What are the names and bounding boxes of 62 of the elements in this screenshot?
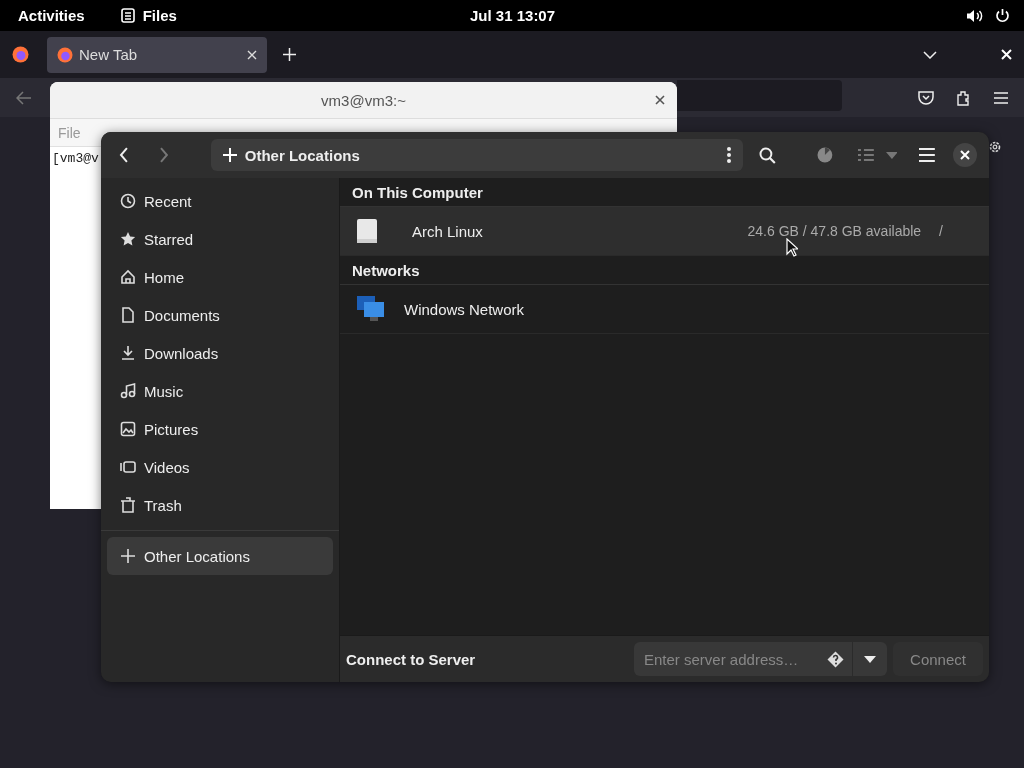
search-icon[interactable] — [759, 146, 776, 164]
menu-icon[interactable] — [919, 148, 936, 162]
window-title: vm3@vm3:~ — [321, 91, 406, 109]
connect-to-server-label: Connect to Server — [346, 650, 476, 668]
location-row[interactable]: Arch Linux 24.6 GB / 47.8 GB available / — [340, 207, 989, 256]
browser-tab[interactable]: New Tab — [47, 36, 267, 73]
section-heading: On This Computer — [352, 183, 483, 201]
volume-icon[interactable] — [966, 8, 983, 23]
sidebar-item[interactable]: Other Locations — [107, 537, 333, 575]
sidebar-item[interactable]: Documents — [107, 296, 333, 334]
back-icon[interactable] — [119, 147, 129, 163]
puzzle-icon[interactable] — [956, 89, 972, 106]
close-icon — [960, 150, 971, 160]
home-icon — [120, 269, 136, 285]
close-icon[interactable] — [655, 95, 665, 105]
back-arrow-icon[interactable] — [16, 90, 32, 105]
power-icon[interactable] — [995, 8, 1010, 23]
list-view-icon[interactable] — [857, 148, 874, 162]
plus-icon — [222, 148, 237, 162]
menu-icon[interactable] — [994, 91, 1008, 104]
location-row[interactable]: Windows Network — [340, 285, 989, 334]
sidebar-item[interactable]: Videos — [107, 448, 333, 486]
caret-icon — [864, 655, 876, 663]
server-address-input[interactable]: Enter server address… — [642, 649, 827, 669]
picture-icon — [120, 421, 136, 437]
document-icon — [120, 307, 136, 323]
download-icon — [120, 345, 136, 361]
caret-icon[interactable] — [885, 151, 898, 159]
more-icon[interactable] — [727, 147, 732, 163]
plus-icon — [120, 548, 136, 564]
dropdown-button[interactable] — [852, 642, 887, 676]
mouse-pointer-icon — [786, 238, 798, 257]
star-icon — [120, 231, 136, 247]
monitors-icon — [356, 295, 386, 323]
sidebar-item[interactable]: Starred — [107, 220, 333, 258]
video-icon — [120, 459, 136, 475]
sidebar-item[interactable]: Recent — [107, 182, 333, 220]
server-address-field[interactable]: Enter server address… — [634, 642, 852, 676]
close-button[interactable] — [953, 143, 977, 167]
new-tab-icon[interactable] — [283, 48, 296, 61]
clock[interactable]: Jul 31 13:07 — [470, 7, 556, 24]
app-menu-label[interactable]: Files — [142, 7, 177, 24]
sidebar-item[interactable]: Trash — [107, 486, 333, 524]
terminal-prompt: [vm3@v — [52, 151, 99, 166]
trash-icon — [120, 497, 136, 513]
sidebar-item[interactable]: Pictures — [107, 410, 333, 448]
sidebar-item[interactable]: Downloads — [107, 334, 333, 372]
clock-icon — [120, 193, 136, 209]
chevron-down-icon[interactable] — [923, 50, 937, 59]
gear-icon[interactable] — [988, 140, 1002, 154]
activities-button[interactable]: Activities — [18, 7, 85, 24]
pie-icon[interactable] — [816, 147, 833, 163]
help-icon[interactable] — [827, 650, 844, 668]
sidebar-item[interactable]: Home — [107, 258, 333, 296]
pocket-icon[interactable] — [918, 90, 934, 105]
forward-icon[interactable] — [158, 147, 169, 163]
music-icon — [120, 383, 136, 399]
section-heading: Networks — [352, 261, 420, 279]
file-cabinet-icon — [120, 8, 135, 23]
drive-icon — [356, 218, 378, 244]
sidebar-item[interactable]: Music — [107, 372, 333, 410]
path-bar[interactable]: Other Locations — [210, 139, 744, 171]
